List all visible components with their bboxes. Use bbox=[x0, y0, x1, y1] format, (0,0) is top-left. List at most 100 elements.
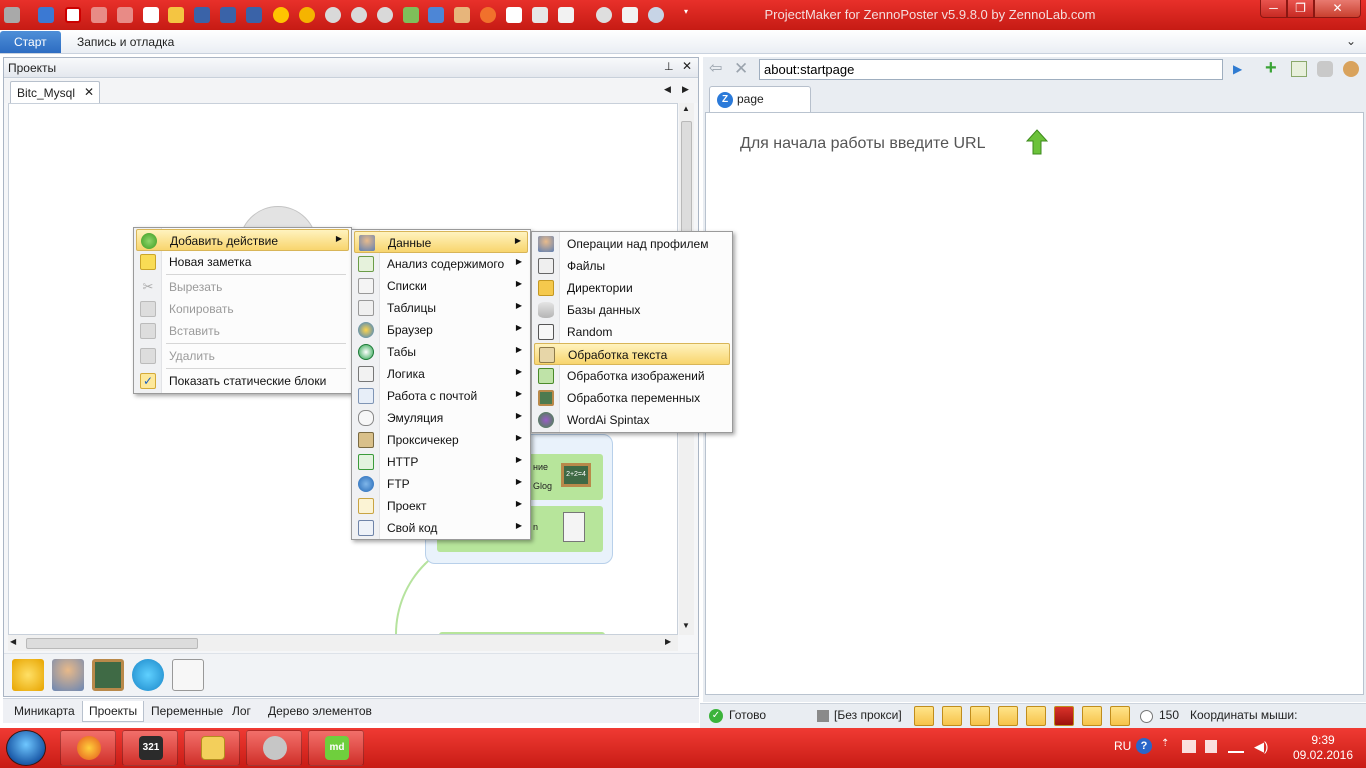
language-indicator[interactable]: RU bbox=[1114, 739, 1131, 753]
menu-item-files[interactable]: Файлы bbox=[534, 255, 730, 277]
windows-icon[interactable] bbox=[558, 7, 574, 23]
pin-icon[interactable]: ⊥ bbox=[664, 60, 674, 73]
menu-item-http[interactable]: HTTP ▶ bbox=[354, 451, 528, 473]
stop-loading-icon[interactable]: ✕ bbox=[734, 60, 750, 77]
menu-item-random[interactable]: Random bbox=[534, 321, 730, 343]
add-icon[interactable]: + bbox=[1265, 58, 1281, 78]
tab-scroll-left-icon[interactable]: ◀ bbox=[664, 84, 671, 95]
window-icon[interactable] bbox=[942, 706, 962, 726]
gears-icon[interactable] bbox=[12, 659, 44, 691]
undo-icon[interactable] bbox=[91, 7, 107, 23]
screenshot-icon[interactable] bbox=[914, 706, 934, 726]
save-all-icon[interactable] bbox=[220, 7, 236, 23]
menu-item-text-processing[interactable]: Обработка текста bbox=[534, 343, 730, 365]
menu-item-profile-operations[interactable]: Операции над профилем bbox=[534, 233, 730, 255]
taskbar-firefox[interactable] bbox=[60, 730, 116, 766]
device-icon[interactable] bbox=[1205, 740, 1217, 753]
tab-log[interactable]: Лог bbox=[226, 701, 257, 722]
clock[interactable]: 9:39 09.02.2016 bbox=[1288, 733, 1358, 763]
menu-item-mail[interactable]: Работа с почтой ▶ bbox=[354, 385, 528, 407]
menu-item-new-note[interactable]: Новая заметка bbox=[136, 251, 349, 273]
menu-item-content-analysis[interactable]: Анализ содержимого ▶ bbox=[354, 253, 528, 275]
back-icon[interactable]: ⇦ bbox=[709, 61, 725, 77]
proxy-status[interactable]: [Без прокси] bbox=[834, 708, 902, 722]
close-window-button[interactable]: ✕ bbox=[1314, 0, 1361, 18]
minimize-button[interactable]: ─ bbox=[1260, 0, 1287, 18]
menu-item-directories[interactable]: Директории bbox=[534, 277, 730, 299]
hourglass-icon[interactable] bbox=[532, 7, 548, 23]
user-action-icon[interactable] bbox=[52, 659, 84, 691]
step-icon[interactable] bbox=[351, 7, 367, 23]
tab-scroll-right-icon[interactable]: ▶ bbox=[682, 84, 689, 95]
list-note-icon[interactable] bbox=[172, 659, 204, 691]
firefox-icon[interactable] bbox=[480, 7, 496, 23]
zoom-icon[interactable] bbox=[596, 7, 612, 23]
blue-cube-icon[interactable] bbox=[428, 7, 444, 23]
image-icon[interactable] bbox=[403, 7, 419, 23]
menu-item-tables[interactable]: Таблицы ▶ bbox=[354, 297, 528, 319]
save-as-icon[interactable] bbox=[246, 7, 262, 23]
tab-element-tree[interactable]: Дерево элементов bbox=[262, 701, 378, 722]
menu-item-project[interactable]: Проект ▶ bbox=[354, 495, 528, 517]
help-icon[interactable]: ? bbox=[1136, 738, 1152, 754]
open-folder-icon[interactable] bbox=[168, 7, 184, 23]
chart-icon[interactable] bbox=[506, 7, 522, 23]
tab-variables[interactable]: Переменные bbox=[145, 701, 229, 722]
menu-item-variable-processing[interactable]: Обработка переменных bbox=[534, 387, 730, 409]
tray-expand-icon[interactable]: ⇡ bbox=[1161, 738, 1169, 749]
go-icon[interactable]: ▶ bbox=[1233, 61, 1249, 77]
taskbar-explorer[interactable] bbox=[184, 730, 240, 766]
tab-projects[interactable]: Проекты bbox=[82, 701, 145, 722]
redo-icon[interactable] bbox=[117, 7, 133, 23]
menu-item-wordai-spintax[interactable]: WordAi Spintax bbox=[534, 409, 730, 431]
clear-cache-icon[interactable] bbox=[1317, 61, 1333, 77]
url-input[interactable] bbox=[759, 59, 1223, 80]
frame-icon[interactable] bbox=[970, 706, 990, 726]
new-file-icon[interactable] bbox=[143, 7, 159, 23]
menu-item-add-action[interactable]: Добавить действие ▶ bbox=[136, 229, 349, 251]
start-button[interactable] bbox=[6, 730, 46, 766]
flag-icon[interactable] bbox=[1182, 740, 1196, 753]
tab-start[interactable]: Старт bbox=[0, 31, 61, 53]
taskbar-media-player[interactable]: 321 bbox=[122, 730, 178, 766]
menu-item-logic[interactable]: Логика ▶ bbox=[354, 363, 528, 385]
lightning-icon[interactable] bbox=[1026, 706, 1046, 726]
ribbon-collapse-icon[interactable]: ⌄ bbox=[1346, 34, 1356, 48]
scroll-left-icon[interactable]: ◀ bbox=[10, 637, 16, 646]
maximize-button[interactable]: ❐ bbox=[1287, 0, 1314, 18]
menu-item-show-static-blocks[interactable]: ✓ Показать статические блоки bbox=[136, 370, 349, 392]
horizontal-scroll-thumb[interactable] bbox=[26, 638, 198, 649]
close-project-icon[interactable] bbox=[65, 7, 81, 23]
taskbar-projectmaker[interactable] bbox=[246, 730, 302, 766]
menu-item-databases[interactable]: Базы данных bbox=[534, 299, 730, 321]
tab-minimap[interactable]: Миникарта bbox=[8, 701, 81, 722]
close-tab-icon[interactable]: ✕ bbox=[84, 85, 94, 99]
refresh-icon[interactable] bbox=[299, 7, 315, 23]
close-panel-icon[interactable]: ✕ bbox=[682, 59, 692, 73]
save-icon[interactable] bbox=[194, 7, 210, 23]
horizontal-scrollbar[interactable]: ◀ ▶ bbox=[8, 635, 678, 651]
menu-item-data[interactable]: Данные ▶ bbox=[354, 231, 528, 253]
menu-item-browser[interactable]: Браузер ▶ bbox=[354, 319, 528, 341]
flash-icon[interactable] bbox=[1054, 706, 1074, 726]
css-icon[interactable] bbox=[998, 706, 1018, 726]
home-icon[interactable] bbox=[622, 7, 638, 23]
tab-record-debug[interactable]: Запись и отладка bbox=[63, 31, 188, 53]
record-icon[interactable] bbox=[273, 7, 289, 23]
signal-icon[interactable] bbox=[1228, 740, 1244, 753]
scroll-right-icon[interactable]: ▶ bbox=[665, 637, 671, 646]
menu-item-emulation[interactable]: Эмуляция ▶ bbox=[354, 407, 528, 429]
browser-viewport[interactable]: Для начала работы введите URL bbox=[705, 112, 1364, 695]
menu-item-custom-code[interactable]: Свой код ▶ bbox=[354, 517, 528, 539]
play-icon[interactable] bbox=[325, 7, 341, 23]
scroll-down-icon[interactable]: ▼ bbox=[682, 621, 690, 630]
cookies-icon[interactable] bbox=[1343, 61, 1359, 77]
doc-tab-bitc-mysql[interactable]: Bitc_Mysql ✕ bbox=[10, 81, 100, 103]
menu-item-tabs[interactable]: Табы ▶ bbox=[354, 341, 528, 363]
monitor-icon[interactable] bbox=[1082, 706, 1102, 726]
alien-icon[interactable] bbox=[132, 659, 164, 691]
run-icon[interactable] bbox=[38, 7, 54, 23]
pen-icon[interactable] bbox=[1110, 706, 1130, 726]
scroll-up-icon[interactable]: ▲ bbox=[682, 104, 690, 113]
page-source-icon[interactable] bbox=[1291, 61, 1307, 77]
